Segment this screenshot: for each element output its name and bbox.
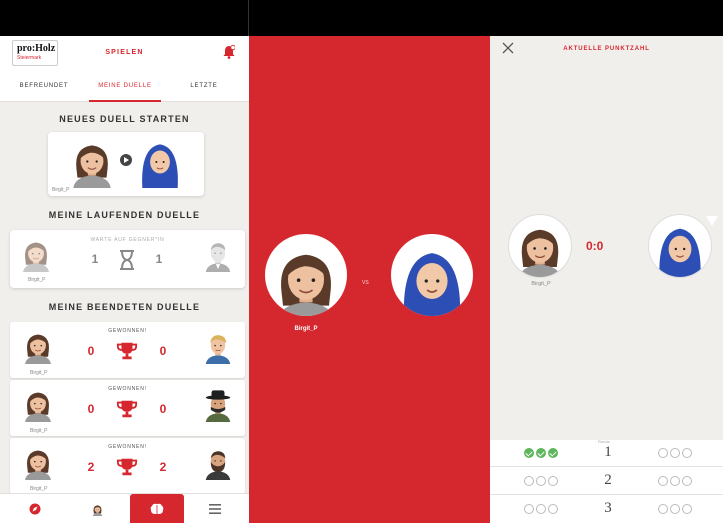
logo-subtext: Steiermark	[17, 55, 42, 61]
nav-compass[interactable]	[10, 494, 60, 523]
empty-answer-icon	[536, 476, 546, 486]
score-left: 1	[91, 252, 99, 266]
round-number: 3	[604, 500, 612, 516]
tab-bar: BEFREUNDET MEINE DUELLE LETZTE	[0, 74, 249, 102]
score-panel: AKTUELLE PUNKTZAHL 0:0 Birgit_P Runde 1	[490, 36, 723, 523]
trophy-icon	[116, 398, 138, 420]
player-name: Birgit_P	[30, 486, 48, 492]
page-title: SPIELEN	[105, 49, 144, 56]
opponent-avatar	[200, 328, 236, 364]
empty-answer-icon	[658, 476, 668, 486]
tab-meine-duelle[interactable]: MEINE DUELLE	[85, 83, 165, 89]
score-header: AKTUELLE PUNKTZAHL	[490, 36, 723, 62]
empty-answer-icon	[548, 476, 558, 486]
rounds-table: Runde 1 2 3	[490, 439, 723, 523]
score-right: 1	[155, 252, 163, 266]
player-avatar	[66, 136, 118, 188]
finished-duel-row[interactable]: Birgit_P GEWONNEN! 2 2	[10, 438, 245, 494]
player-name: Birgit_P	[30, 370, 48, 376]
opponent-avatar	[648, 214, 712, 278]
play-icon	[120, 154, 132, 166]
player-name: Birgit_P	[28, 277, 46, 283]
opponent-avatar	[391, 234, 473, 316]
score-title: AKTUELLE PUNKTZAHL	[563, 46, 650, 52]
app-header: pro:Holz Steiermark SPIELEN	[0, 36, 249, 74]
round-row: Runde 1	[490, 439, 723, 467]
finished-duel-row[interactable]: Birgit_P GEWONNEN! 0 0	[10, 322, 245, 378]
hourglass-icon	[120, 250, 134, 270]
empty-answer-icon	[670, 448, 680, 458]
correct-answer-icon	[536, 448, 546, 458]
empty-answer-icon	[682, 476, 692, 486]
round-number: 1	[604, 444, 612, 460]
trophy-icon	[116, 340, 138, 362]
running-duels-title: MEINE LAUFENDEN DUELLE	[48, 210, 201, 220]
new-duel-title: NEUES DUELL STARTEN	[59, 114, 190, 124]
score-left: 2	[87, 460, 95, 474]
finished-duel-row[interactable]: Birgit_P GEWONNEN! 0 0	[10, 380, 245, 436]
empty-answer-icon	[670, 504, 680, 514]
player-answers	[524, 504, 558, 514]
trophy-icon	[116, 456, 138, 478]
speech-bubble-icon	[706, 216, 718, 226]
duels-panel: pro:Holz Steiermark SPIELEN BEFREUNDET M…	[0, 36, 249, 523]
profile-icon	[91, 503, 104, 516]
empty-answer-icon	[682, 448, 692, 458]
divider	[248, 0, 249, 36]
app-root: pro:Holz Steiermark SPIELEN BEFREUNDET M…	[0, 0, 723, 523]
menu-icon	[209, 504, 221, 514]
current-score: 0:0	[586, 239, 604, 253]
player-answers	[524, 476, 558, 486]
empty-answer-icon	[536, 504, 546, 514]
player-name: Birgit_P	[294, 326, 318, 332]
player-name: Birgit_P	[531, 281, 551, 287]
empty-answer-icon	[524, 504, 534, 514]
vs-label: VS	[362, 280, 369, 286]
running-duel-card[interactable]: Birgit_P WARTE AUF GEGNER*IN 1 1	[10, 230, 245, 288]
empty-answer-icon	[658, 504, 668, 514]
duel-intro-panel: VS Birgit_P	[249, 36, 490, 523]
opponent-avatar	[134, 136, 186, 188]
round-row: 2	[490, 468, 723, 495]
player-avatar	[508, 214, 572, 278]
opponent-avatar	[200, 386, 236, 422]
empty-answer-icon	[682, 504, 692, 514]
brain-icon	[150, 503, 164, 514]
score-left: 0	[87, 402, 95, 416]
bottom-nav	[0, 493, 249, 523]
empty-answer-icon	[524, 476, 534, 486]
score-right: 0	[159, 402, 167, 416]
player-name: Birgit_P	[30, 428, 48, 434]
finished-duels-title: MEINE BEENDETEN DUELLE	[48, 302, 201, 312]
nav-menu[interactable]	[190, 494, 240, 523]
nav-profile[interactable]	[72, 494, 122, 523]
player-answers	[524, 448, 558, 458]
correct-answer-icon	[548, 448, 558, 458]
compass-icon	[29, 503, 41, 515]
opponent-avatar	[200, 236, 236, 272]
score-right: 2	[159, 460, 167, 474]
opponent-answers	[658, 476, 692, 486]
opponent-answers	[658, 504, 692, 514]
score-left: 0	[87, 344, 95, 358]
tab-letzte[interactable]: LETZTE	[164, 83, 244, 89]
opponent-avatar	[200, 444, 236, 480]
round-number: 2	[604, 472, 612, 488]
tab-befreundet[interactable]: BEFREUNDET	[4, 83, 84, 89]
empty-answer-icon	[670, 476, 680, 486]
score-right: 0	[159, 344, 167, 358]
bell-icon[interactable]	[223, 45, 235, 59]
empty-answer-icon	[548, 504, 558, 514]
active-tab-indicator	[89, 100, 161, 102]
new-duel-card[interactable]: Birgit_P	[48, 132, 204, 196]
player-avatar	[265, 234, 347, 316]
empty-answer-icon	[658, 448, 668, 458]
status-bar	[0, 0, 723, 36]
player-name: Birgit_P	[52, 187, 70, 193]
round-row: 3	[490, 496, 723, 523]
correct-answer-icon	[524, 448, 534, 458]
nav-play[interactable]	[130, 494, 184, 523]
opponent-answers	[658, 448, 692, 458]
